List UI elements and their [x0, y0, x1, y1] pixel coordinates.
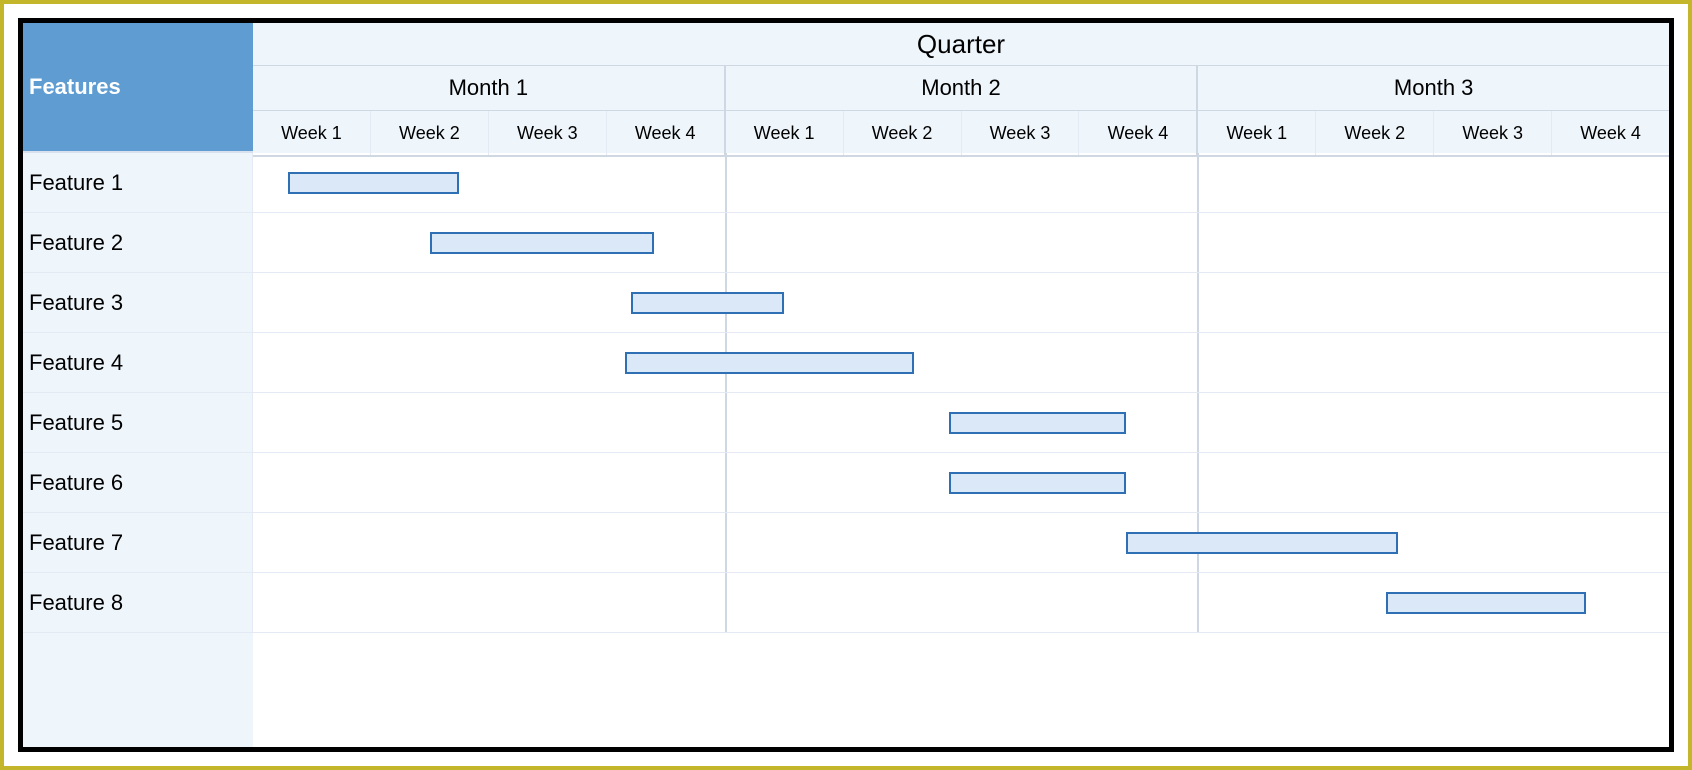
week-header: Week 3 — [962, 111, 1080, 155]
gantt-bar — [1126, 532, 1397, 554]
timeline-header: Quarter Month 1Month 2Month 3 Week 1Week… — [253, 23, 1669, 153]
months-header-row: Month 1Month 2Month 3 — [253, 66, 1669, 111]
features-column-header: Features — [23, 23, 253, 153]
gantt-row: Feature 2 — [23, 213, 1669, 273]
features-column-fill — [23, 633, 253, 747]
row-timeline — [253, 393, 1669, 452]
week-header: Week 4 — [1552, 111, 1669, 155]
feature-row-label: Feature 1 — [23, 153, 253, 212]
feature-row-label: Feature 7 — [23, 513, 253, 572]
week-header: Week 1 — [726, 111, 844, 155]
week-header: Week 1 — [1198, 111, 1316, 155]
outer-border: Features Quarter Month 1Month 2Month 3 W… — [0, 0, 1692, 770]
month-divider — [725, 513, 727, 572]
gantt-row: Feature 5 — [23, 393, 1669, 453]
month-divider — [1197, 573, 1199, 632]
week-header: Week 3 — [1434, 111, 1552, 155]
month-header: Month 1 — [253, 66, 726, 110]
gantt-bar — [949, 412, 1126, 434]
gantt-bar — [625, 352, 914, 374]
month-divider — [1197, 333, 1199, 392]
row-timeline — [253, 273, 1669, 332]
gantt-bar — [288, 172, 459, 194]
week-header: Week 2 — [1316, 111, 1434, 155]
gantt-bar — [430, 232, 654, 254]
row-timeline — [253, 513, 1669, 572]
gantt-row: Feature 4 — [23, 333, 1669, 393]
row-timeline — [253, 213, 1669, 272]
gantt-row: Feature 1 — [23, 153, 1669, 213]
feature-row-label: Feature 2 — [23, 213, 253, 272]
month-divider — [1197, 273, 1199, 332]
week-header: Week 2 — [844, 111, 962, 155]
row-timeline — [253, 453, 1669, 512]
gantt-frame: Features Quarter Month 1Month 2Month 3 W… — [18, 18, 1674, 752]
week-header: Week 1 — [253, 111, 371, 155]
week-header: Week 4 — [1079, 111, 1198, 155]
month-divider — [1197, 393, 1199, 452]
gantt-row: Feature 8 — [23, 573, 1669, 633]
month-header: Month 2 — [726, 66, 1199, 110]
feature-row-label: Feature 3 — [23, 273, 253, 332]
weeks-header-row: Week 1Week 2Week 3Week 4Week 1Week 2Week… — [253, 111, 1669, 157]
week-header: Week 4 — [607, 111, 726, 155]
gantt-row: Feature 3 — [23, 273, 1669, 333]
gantt-row: Feature 7 — [23, 513, 1669, 573]
month-divider — [1197, 453, 1199, 512]
week-header: Week 2 — [371, 111, 489, 155]
feature-row-label: Feature 5 — [23, 393, 253, 452]
gantt-bar — [949, 472, 1126, 494]
row-timeline — [253, 573, 1669, 632]
gantt-bar — [631, 292, 784, 314]
month-divider — [1197, 153, 1199, 212]
month-divider — [725, 393, 727, 452]
gantt-row: Feature 6 — [23, 453, 1669, 513]
feature-row-label: Feature 6 — [23, 453, 253, 512]
month-divider — [725, 153, 727, 212]
gantt-body: Feature 1Feature 2Feature 3Feature 4Feat… — [23, 153, 1669, 747]
gantt-bar — [1386, 592, 1587, 614]
feature-row-label: Feature 4 — [23, 333, 253, 392]
month-divider — [725, 573, 727, 632]
feature-row-label: Feature 8 — [23, 573, 253, 632]
row-timeline — [253, 333, 1669, 392]
week-header: Week 3 — [489, 111, 607, 155]
month-divider — [725, 213, 727, 272]
quarter-header: Quarter — [253, 23, 1669, 66]
month-header: Month 3 — [1198, 66, 1669, 110]
month-divider — [725, 453, 727, 512]
row-timeline — [253, 153, 1669, 212]
month-divider — [1197, 213, 1199, 272]
